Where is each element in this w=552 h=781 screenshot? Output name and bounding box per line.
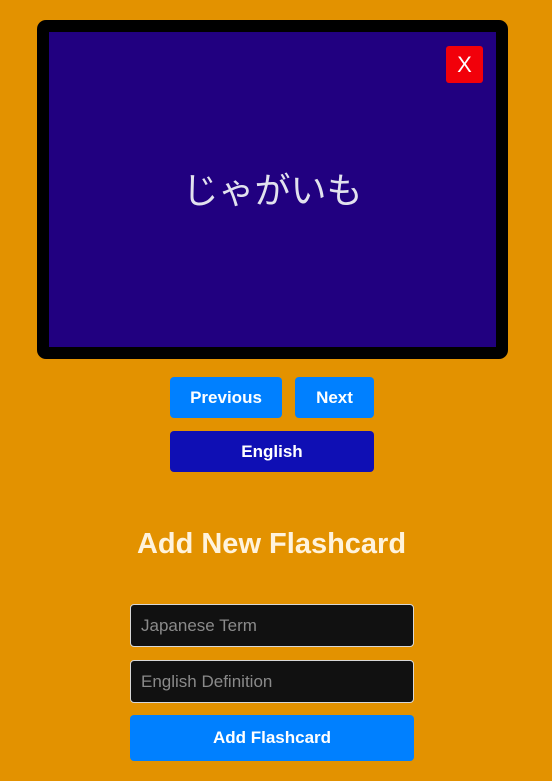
english-definition-input[interactable] [130,660,414,703]
add-flashcard-heading: Add New Flashcard [136,528,407,560]
japanese-term-input[interactable] [130,604,414,647]
language-toggle-button[interactable]: English [170,431,374,472]
next-button[interactable]: Next [295,377,374,418]
flashcard-face[interactable]: じゃがいも [49,32,496,347]
previous-button[interactable]: Previous [170,377,282,418]
flashcard-term: じゃがいも [182,170,363,212]
close-flashcard-button[interactable]: X [446,46,483,83]
flashcard[interactable]: じゃがいも [37,20,508,359]
add-flashcard-button[interactable]: Add Flashcard [130,715,414,761]
